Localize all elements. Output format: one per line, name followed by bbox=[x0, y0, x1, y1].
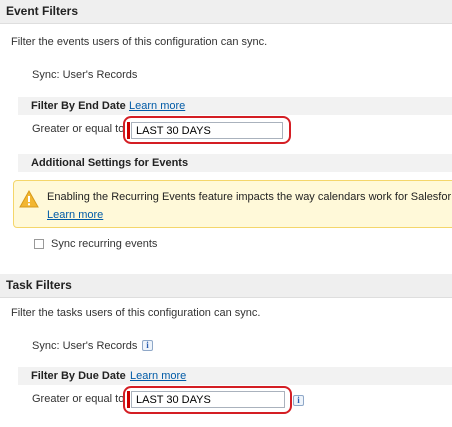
task-filters-header: Task Filters bbox=[0, 274, 452, 298]
sync-recurring-events-label: Sync recurring events bbox=[51, 238, 158, 250]
event-sync-scope: Sync: User's Records bbox=[32, 69, 138, 81]
additional-settings-subheader: Additional Settings for Events bbox=[18, 154, 452, 172]
highlight-outline bbox=[123, 116, 291, 144]
due-date-label: Greater or equal to bbox=[32, 393, 125, 405]
warning-text: Enabling the Recurring Events feature im… bbox=[47, 191, 452, 203]
end-date-subheader: Filter By End Date Learn more bbox=[18, 97, 452, 115]
task-filters-description: Filter the tasks users of this configura… bbox=[11, 307, 261, 319]
due-date-title: Filter By Due Date bbox=[31, 370, 126, 382]
warning-learn-more-link[interactable]: Learn more bbox=[47, 209, 103, 221]
sync-recurring-events-checkbox[interactable] bbox=[34, 239, 44, 249]
event-filters-header: Event Filters bbox=[0, 0, 452, 24]
task-sync-scope: Sync: User's Records bbox=[32, 340, 138, 352]
info-icon[interactable]: i bbox=[293, 395, 304, 406]
info-icon[interactable]: i bbox=[142, 340, 153, 351]
event-filters-title: Event Filters bbox=[6, 4, 79, 18]
due-date-subheader: Filter By Due Date Learn more bbox=[18, 367, 452, 385]
recurring-events-warning: Enabling the Recurring Events feature im… bbox=[13, 180, 452, 228]
end-date-label: Greater or equal to bbox=[32, 123, 125, 135]
highlight-outline bbox=[123, 386, 292, 414]
due-date-learn-more-link[interactable]: Learn more bbox=[130, 370, 186, 382]
additional-settings-title: Additional Settings for Events bbox=[31, 157, 189, 169]
event-filters-description: Filter the events users of this configur… bbox=[11, 36, 268, 48]
task-filters-title: Task Filters bbox=[6, 278, 72, 292]
end-date-title: Filter By End Date bbox=[31, 100, 126, 112]
end-date-learn-more-link[interactable]: Learn more bbox=[129, 100, 185, 112]
warning-icon bbox=[19, 190, 39, 208]
